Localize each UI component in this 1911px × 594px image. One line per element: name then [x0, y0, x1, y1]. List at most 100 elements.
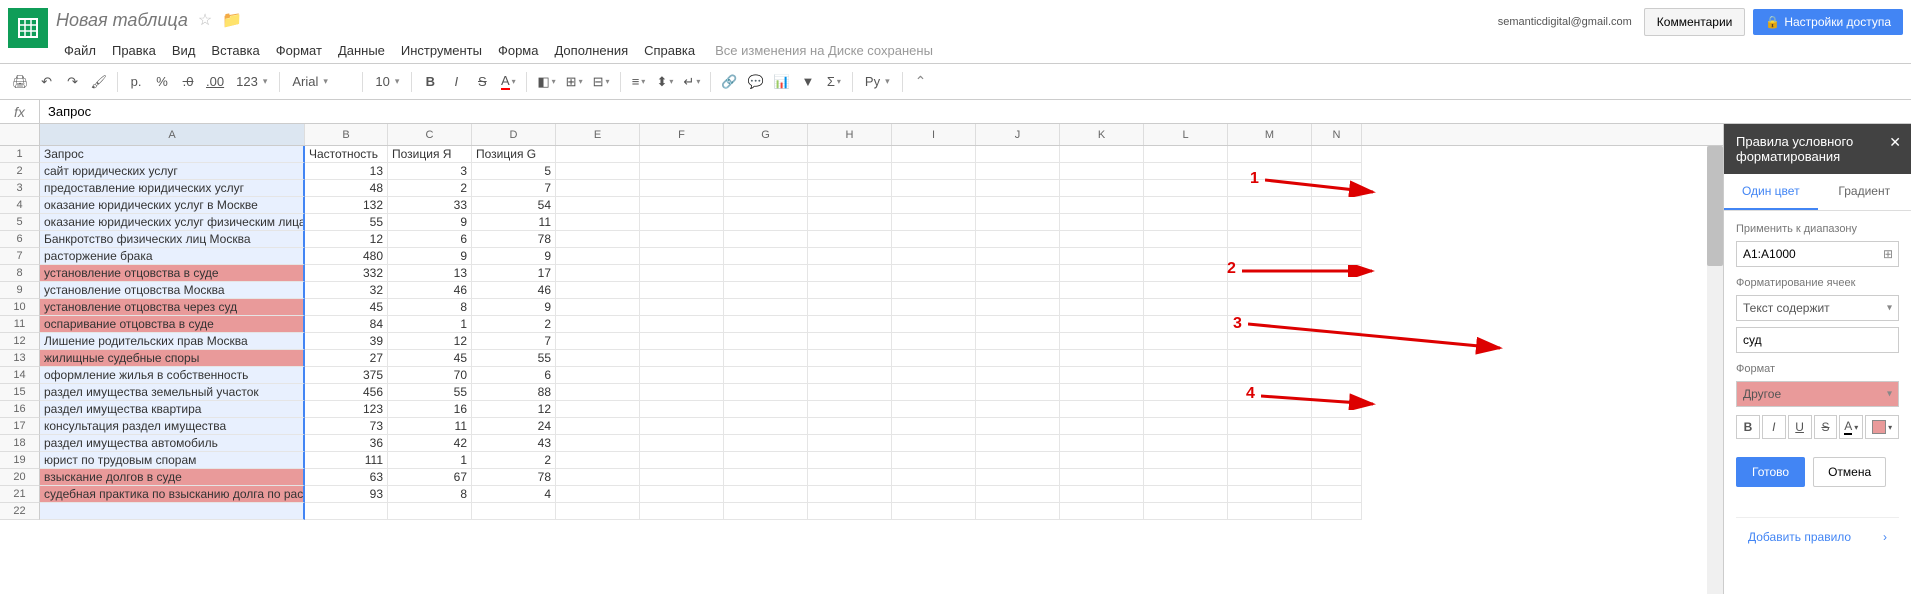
cell[interactable]: [640, 486, 724, 503]
cell[interactable]: 13: [305, 163, 388, 180]
cell[interactable]: [1060, 214, 1144, 231]
cell[interactable]: [892, 299, 976, 316]
cell[interactable]: [1060, 316, 1144, 333]
cell[interactable]: [1060, 146, 1144, 163]
cell[interactable]: [808, 486, 892, 503]
cell[interactable]: [976, 146, 1060, 163]
cell[interactable]: [640, 333, 724, 350]
cell[interactable]: оформление жилья в собственность: [40, 367, 305, 384]
cell[interactable]: [1312, 197, 1362, 214]
cell[interactable]: [640, 248, 724, 265]
cell[interactable]: [556, 248, 640, 265]
cell[interactable]: 78: [472, 469, 556, 486]
cell[interactable]: [556, 401, 640, 418]
cell[interactable]: [556, 146, 640, 163]
cell[interactable]: [1228, 452, 1312, 469]
cell[interactable]: [724, 486, 808, 503]
cell[interactable]: [808, 146, 892, 163]
cell[interactable]: [640, 350, 724, 367]
cell[interactable]: 63: [305, 469, 388, 486]
cell[interactable]: Позиция Я: [388, 146, 472, 163]
cell[interactable]: [808, 282, 892, 299]
cell[interactable]: Позиция G: [472, 146, 556, 163]
cell[interactable]: [892, 418, 976, 435]
cell[interactable]: [892, 333, 976, 350]
cell[interactable]: [808, 248, 892, 265]
cell[interactable]: раздел имущества квартира: [40, 401, 305, 418]
cell[interactable]: [40, 503, 305, 520]
cell[interactable]: 17: [472, 265, 556, 282]
user-email[interactable]: semanticdigital@gmail.com: [1498, 16, 1632, 28]
cell[interactable]: 9: [388, 214, 472, 231]
cell[interactable]: [556, 316, 640, 333]
cell[interactable]: 6: [472, 367, 556, 384]
cell[interactable]: [892, 316, 976, 333]
cell[interactable]: [640, 316, 724, 333]
cell[interactable]: [556, 469, 640, 486]
cell[interactable]: [1312, 299, 1362, 316]
row-header[interactable]: 17: [0, 418, 40, 435]
cell[interactable]: [1312, 350, 1362, 367]
add-rule-button[interactable]: Добавить правило›: [1736, 517, 1899, 556]
cell[interactable]: консультация раздел имущества: [40, 418, 305, 435]
menu-form[interactable]: Форма: [490, 39, 547, 62]
cell[interactable]: [1228, 299, 1312, 316]
cell[interactable]: 12: [472, 401, 556, 418]
cell[interactable]: оказание юридических услуг физическим ли…: [40, 214, 305, 231]
cell[interactable]: [724, 316, 808, 333]
cf-text-color-button[interactable]: A: [1839, 415, 1863, 439]
cell[interactable]: [724, 452, 808, 469]
cell[interactable]: [1144, 231, 1228, 248]
cell[interactable]: [1144, 452, 1228, 469]
cell[interactable]: [556, 367, 640, 384]
menu-file[interactable]: Файл: [56, 39, 104, 62]
cell[interactable]: [1312, 418, 1362, 435]
row-header[interactable]: 16: [0, 401, 40, 418]
comments-button[interactable]: Комментарии: [1644, 8, 1746, 36]
font-size-dropdown[interactable]: 10: [369, 70, 405, 94]
cell[interactable]: [724, 299, 808, 316]
cell[interactable]: 11: [472, 214, 556, 231]
col-header-G[interactable]: G: [724, 124, 808, 145]
undo-icon[interactable]: ↶: [35, 70, 59, 94]
cell[interactable]: [640, 180, 724, 197]
cell[interactable]: [1060, 350, 1144, 367]
cell[interactable]: [1312, 401, 1362, 418]
cell[interactable]: [640, 146, 724, 163]
cell[interactable]: [808, 163, 892, 180]
h-align-button[interactable]: ≡: [627, 70, 651, 94]
row-header[interactable]: 3: [0, 180, 40, 197]
cell[interactable]: [1060, 163, 1144, 180]
cell[interactable]: [1228, 367, 1312, 384]
cell[interactable]: [1228, 350, 1312, 367]
cell[interactable]: [1144, 367, 1228, 384]
cell[interactable]: [892, 350, 976, 367]
cell[interactable]: установление отцовства через суд: [40, 299, 305, 316]
col-header-D[interactable]: D: [472, 124, 556, 145]
text-color-button[interactable]: A: [496, 70, 520, 94]
cell[interactable]: [1060, 469, 1144, 486]
cell[interactable]: [892, 282, 976, 299]
cell[interactable]: [976, 316, 1060, 333]
cell[interactable]: [556, 333, 640, 350]
cell[interactable]: 32: [305, 282, 388, 299]
menu-view[interactable]: Вид: [164, 39, 204, 62]
row-header[interactable]: 10: [0, 299, 40, 316]
cell[interactable]: [1144, 146, 1228, 163]
cell[interactable]: [1060, 299, 1144, 316]
cell[interactable]: [976, 197, 1060, 214]
cell[interactable]: [892, 265, 976, 282]
cell[interactable]: [556, 197, 640, 214]
cell[interactable]: [1312, 486, 1362, 503]
cell[interactable]: [1060, 418, 1144, 435]
cell[interactable]: [724, 333, 808, 350]
cell[interactable]: [808, 384, 892, 401]
cell[interactable]: жилищные судебные споры: [40, 350, 305, 367]
cell[interactable]: [1228, 265, 1312, 282]
print-icon[interactable]: 🖨: [8, 70, 33, 94]
cell[interactable]: [1228, 333, 1312, 350]
cell[interactable]: [388, 503, 472, 520]
cell[interactable]: 13: [388, 265, 472, 282]
cell[interactable]: [556, 265, 640, 282]
cell[interactable]: [892, 231, 976, 248]
